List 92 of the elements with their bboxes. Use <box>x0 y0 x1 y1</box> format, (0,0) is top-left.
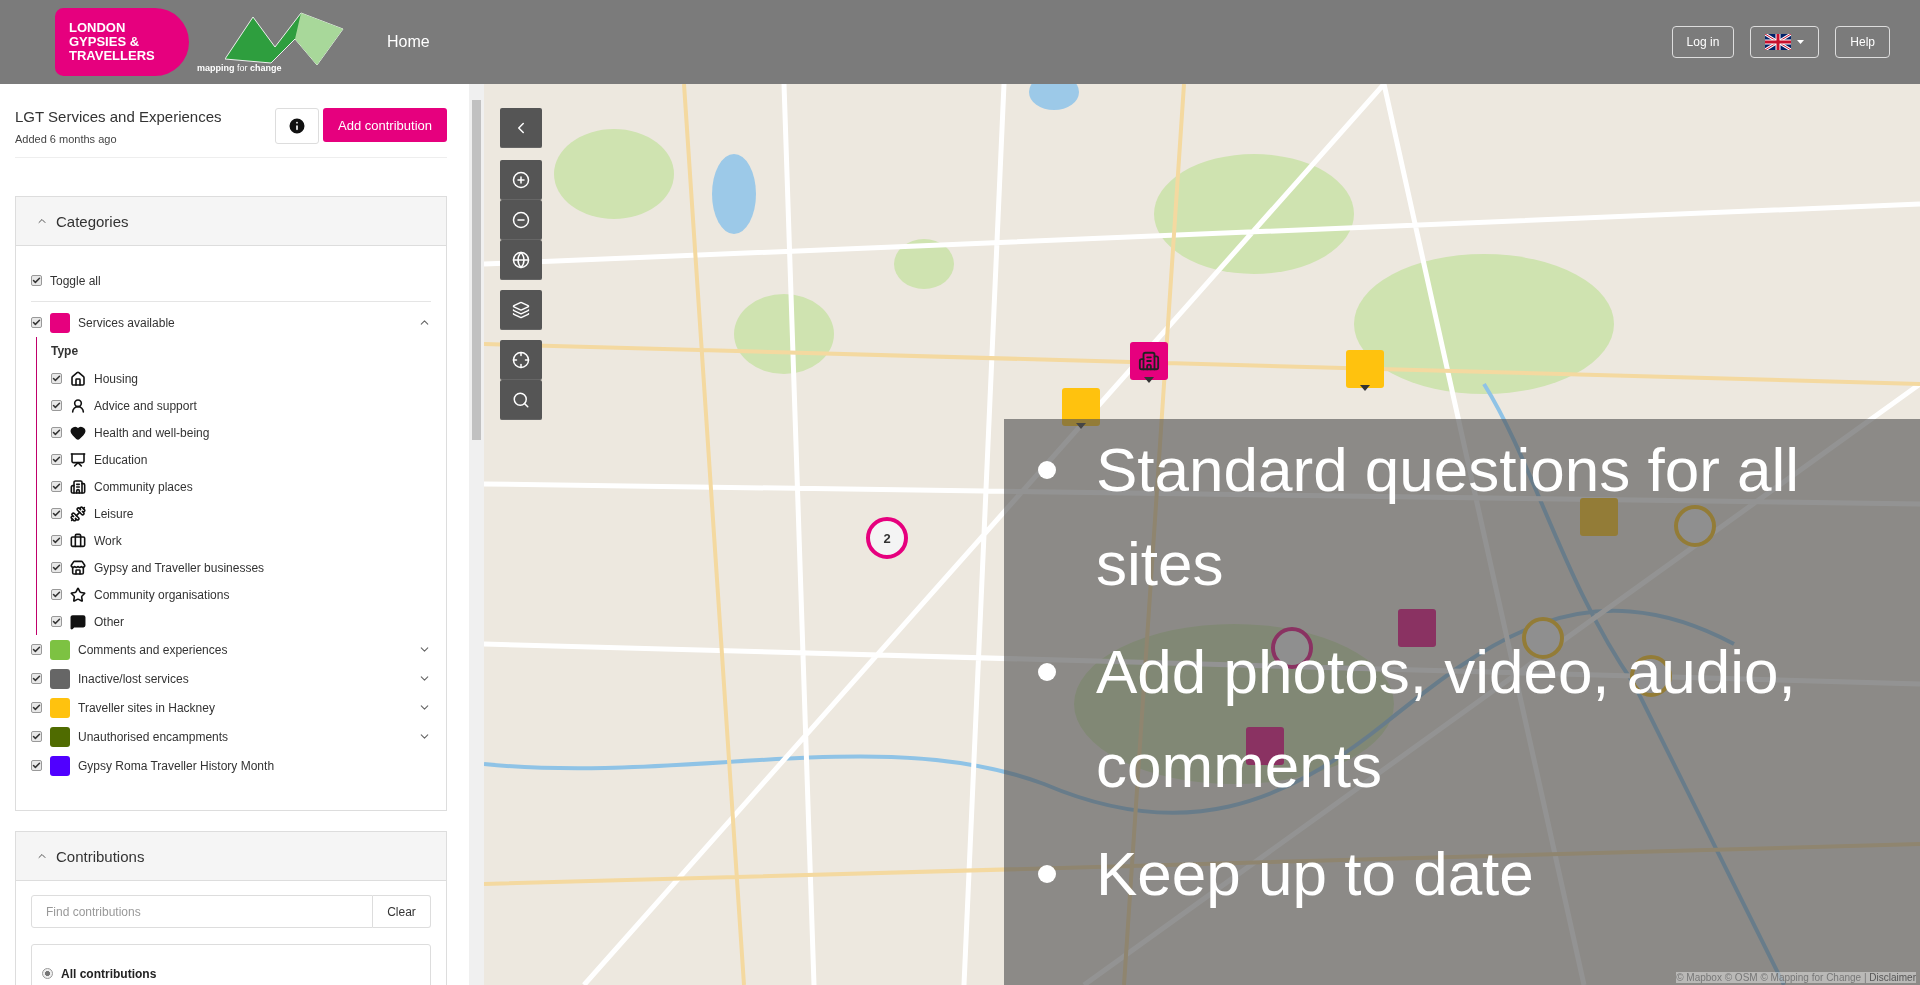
globe-icon <box>512 250 530 269</box>
building-icon <box>70 478 86 495</box>
category-label: Gypsy Roma Traveller History Month <box>78 758 275 773</box>
type-label: Advice and support <box>94 398 197 413</box>
checkbox[interactable] <box>51 427 62 438</box>
checkbox[interactable] <box>51 373 62 384</box>
bullet-dot <box>1038 865 1056 883</box>
type-label: Housing <box>94 371 139 386</box>
header-button[interactable]: Log in <box>1671 26 1735 58</box>
radio-label: All contributions <box>61 966 157 981</box>
caret-icon <box>1797 40 1805 44</box>
presentation-board-icon <box>70 451 86 468</box>
checkbox[interactable] <box>51 562 62 573</box>
zoom-in-icon <box>512 170 530 189</box>
zoom-out-button[interactable] <box>500 200 542 240</box>
marker-cluster[interactable]: 2 <box>866 517 908 559</box>
category-label: Comments and experiences <box>78 642 228 657</box>
heart-icon <box>70 424 86 441</box>
checkbox[interactable] <box>31 317 42 328</box>
add-contribution-button[interactable]: Add contribution <box>323 108 447 142</box>
type-label: Leisure <box>94 506 134 521</box>
project-date: Added 6 months ago <box>15 133 118 145</box>
category-label: Inactive/lost services <box>78 671 189 686</box>
layers-icon <box>512 300 530 319</box>
panel-title: Categories <box>56 212 129 230</box>
star-icon <box>70 586 86 603</box>
checkbox[interactable] <box>31 731 42 742</box>
checkbox[interactable] <box>31 644 42 655</box>
panel-title: Contributions <box>56 847 145 865</box>
bullet-text: Keep up to date <box>1096 838 1534 910</box>
info-icon <box>287 116 308 136</box>
person-icon <box>70 397 86 414</box>
bullet-dot <box>1038 461 1056 479</box>
info-button[interactable] <box>275 108 320 144</box>
checkbox[interactable] <box>31 760 42 771</box>
speech-bubble-icon <box>70 613 86 630</box>
panel-header[interactable]: Categories <box>16 197 446 246</box>
language-button[interactable] <box>1750 26 1820 58</box>
checkbox[interactable] <box>31 275 42 286</box>
building-icon <box>1138 350 1160 372</box>
locate-button[interactable] <box>500 340 542 380</box>
checkbox[interactable] <box>51 535 62 546</box>
shop-icon <box>70 559 86 576</box>
type-label: Education <box>94 452 148 467</box>
category-label: Traveller sites in Hackney <box>78 700 215 715</box>
flag-icon <box>1765 34 1792 50</box>
category-label: Services available <box>78 315 175 330</box>
checkbox[interactable] <box>31 673 42 684</box>
search-button[interactable] <box>500 380 542 420</box>
logo-text: LONDON <box>69 21 127 35</box>
search-icon <box>512 390 530 409</box>
checkbox[interactable] <box>51 481 62 492</box>
type-label: Community places <box>94 479 193 494</box>
logo-text: TRAVELLERS <box>69 49 156 63</box>
clear-button[interactable]: Clear <box>373 895 431 928</box>
type-label: Community organisations <box>94 587 230 602</box>
globe-button[interactable] <box>500 240 542 280</box>
disclaimer-link[interactable]: Disclaimer <box>1869 972 1916 983</box>
checkbox[interactable] <box>51 589 62 600</box>
type-heading: Type <box>51 343 80 360</box>
bullet-text: Standard questions for all sites <box>1096 434 1801 600</box>
search-field[interactable]: Find contributions <box>31 895 373 928</box>
checkbox[interactable] <box>51 454 62 465</box>
briefcase-icon <box>70 532 86 549</box>
category-label: Unauthorised encampments <box>78 729 229 744</box>
zoom-in-button[interactable] <box>500 160 542 200</box>
checkbox[interactable] <box>51 508 62 519</box>
checkbox[interactable] <box>51 616 62 627</box>
crosshair-icon <box>512 350 530 369</box>
type-label: Work <box>94 533 122 548</box>
project-title: LGT Services and Experiences <box>15 108 222 125</box>
nav-link[interactable]: Home <box>387 33 430 51</box>
layers-button[interactable] <box>500 290 542 330</box>
radio-button[interactable] <box>42 968 53 979</box>
map-attribution: © Mapbox © OSM © Mapping for Change | Disclaimer <box>1676 972 1916 983</box>
dumbbell-icon <box>70 505 86 522</box>
zoom-out-icon <box>512 210 530 229</box>
checkbox[interactable] <box>31 702 42 713</box>
folded-map-logo-icon <box>225 9 345 65</box>
checkbox-label: Toggle all <box>50 273 101 288</box>
checkbox[interactable] <box>51 400 62 411</box>
panel-header[interactable]: Contributions <box>16 832 446 881</box>
bullet-dot <box>1038 663 1056 681</box>
header-button[interactable]: Help <box>1835 26 1890 58</box>
logo-text: GYPSIES & <box>69 35 141 49</box>
logo[interactable]: LONDON GYPSIES & TRAVELLERS <box>55 8 189 76</box>
type-label: Gypsy and Traveller businesses <box>94 560 265 575</box>
type-label: Health and well-being <box>94 425 210 440</box>
scrollbar[interactable] <box>469 84 484 985</box>
house-icon <box>70 370 86 387</box>
partner-logo-text: mapping for change <box>197 63 282 73</box>
type-label: Other <box>94 614 124 629</box>
